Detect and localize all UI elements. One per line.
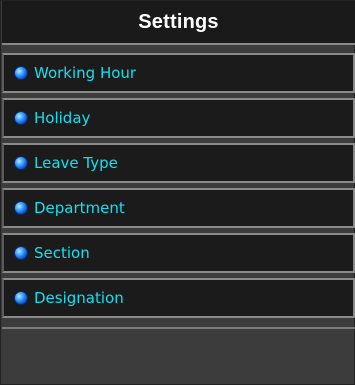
menu-item-label: Section <box>34 244 90 262</box>
settings-menu: Working Hour Holiday Leave Type Departme… <box>2 53 355 323</box>
settings-header: Settings <box>2 1 355 45</box>
blue-bullet-icon <box>14 66 28 80</box>
menu-item-section[interactable]: Section <box>2 233 355 273</box>
menu-item-label: Holiday <box>34 109 91 127</box>
blue-bullet-icon <box>14 201 28 215</box>
divider <box>2 327 355 329</box>
blue-bullet-icon <box>14 111 28 125</box>
blue-bullet-icon <box>14 291 28 305</box>
menu-item-department[interactable]: Department <box>2 188 355 228</box>
menu-item-leave-type[interactable]: Leave Type <box>2 143 355 183</box>
menu-item-working-hour[interactable]: Working Hour <box>2 53 355 93</box>
menu-item-label: Department <box>34 199 125 217</box>
menu-item-label: Working Hour <box>34 64 137 82</box>
blue-bullet-icon <box>14 156 28 170</box>
menu-item-label: Designation <box>34 289 124 307</box>
panel-title: Settings <box>138 10 219 33</box>
menu-item-holiday[interactable]: Holiday <box>2 98 355 138</box>
menu-item-designation[interactable]: Designation <box>2 278 355 318</box>
blue-bullet-icon <box>14 246 28 260</box>
settings-panel: Settings Working Hour Holiday Leave Type… <box>0 0 355 385</box>
menu-item-label: Leave Type <box>34 154 118 172</box>
